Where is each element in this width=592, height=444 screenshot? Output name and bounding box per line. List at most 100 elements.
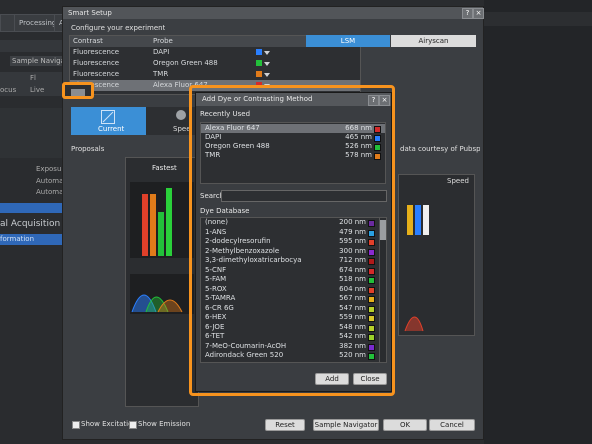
current-icon <box>101 110 115 124</box>
color-swatch[interactable] <box>256 49 262 55</box>
list-item[interactable]: 7-MeO-Coumarin-AcOH 382 nm <box>201 342 379 351</box>
bg-exposure: Exposure <box>36 165 62 173</box>
chevron-down-icon[interactable] <box>264 62 270 66</box>
color-swatch[interactable] <box>256 60 262 66</box>
list-item[interactable]: Adirondack Green 520 520 nm <box>201 351 379 360</box>
spectrum-plot <box>403 293 443 333</box>
color-swatch[interactable] <box>256 71 262 77</box>
recent-list: Alexa Fluor 647 668 nm DAPI 465 nm Oregon … <box>200 122 386 184</box>
reset-button[interactable]: Reset <box>265 419 305 431</box>
bg-panel: Fl ocus Live <box>0 72 62 96</box>
scrollbar[interactable] <box>379 217 387 363</box>
list-item[interactable]: TMR 578 nm <box>201 151 385 160</box>
bar <box>142 194 148 256</box>
table-row[interactable]: Fluorescence DAPI <box>70 47 360 58</box>
sample-navigator-button[interactable]: Sample Navigator <box>313 419 379 431</box>
speed-label: Spee <box>173 125 191 133</box>
configure-label: Configure your experiment <box>71 24 166 32</box>
list-item[interactable]: Oregon Green 488 526 nm <box>201 142 385 151</box>
table-row[interactable]: Fluorescence Oregon Green 488 <box>70 58 360 69</box>
bg-blank <box>0 108 62 158</box>
bar <box>415 205 421 235</box>
list-item[interactable]: (none) 200 nm <box>201 218 379 227</box>
close-button[interactable]: Close <box>353 373 387 385</box>
signal-chart <box>130 182 194 258</box>
bar <box>423 205 429 235</box>
proposal-speed[interactable]: Speed <box>398 174 475 336</box>
row-contrast: Fluorescence <box>73 70 120 78</box>
list-item[interactable]: 5-ROX 604 nm <box>201 285 379 294</box>
bg-right-area <box>484 0 592 444</box>
proposal-fastest[interactable]: Fastest <box>125 157 199 407</box>
courtesy-text: data courtesy of Pubspectra <box>400 145 480 153</box>
bg-automatic-2: Automatic <box>36 188 62 196</box>
list-item[interactable]: 2-dodecylresorufin 595 nm <box>201 237 379 246</box>
chevron-down-icon[interactable] <box>264 73 270 77</box>
row-probe: TMR <box>153 70 169 78</box>
ok-button[interactable]: OK <box>383 419 427 431</box>
list-item[interactable]: 5-CNF 674 nm <box>201 266 379 275</box>
bg-blue-bar <box>0 203 62 213</box>
list-item[interactable]: 2-Methylbenzoxazole 300 nm <box>201 247 379 256</box>
list-item[interactable]: 6-CR 6G 547 nm <box>201 304 379 313</box>
bg-toolbar <box>0 40 62 52</box>
scrollbar-thumb[interactable] <box>380 220 386 240</box>
row-contrast: Fluorescence <box>73 48 120 56</box>
bg-information-bar[interactable]: formation <box>0 234 62 245</box>
add-button[interactable]: Add <box>315 373 349 385</box>
list-item[interactable]: 6-HEX 559 nm <box>201 313 379 322</box>
dye-database-list: (none) 200 nm 1-ANS 479 nm 2-dodecylresoru… <box>200 217 380 363</box>
add-dye-button[interactable] <box>62 82 94 99</box>
list-item[interactable]: 1-ANS 479 nm <box>201 228 379 237</box>
fastest-label: Fastest <box>152 164 177 172</box>
list-item[interactable]: DAPI 465 nm <box>201 133 385 142</box>
bg-right-bar <box>484 12 592 26</box>
row-contrast: Fluorescence <box>73 59 120 67</box>
bg-automatic-1: Automatic <box>36 177 62 185</box>
help-icon[interactable]: ? <box>462 8 473 19</box>
list-item[interactable]: 5-FAM 518 nm <box>201 275 379 284</box>
col-contrast: Contrast <box>73 37 103 45</box>
bg-sample-navigator[interactable]: Sample Navigator <box>10 56 62 66</box>
plus-icon <box>71 89 85 96</box>
window-title: Smart Setup <box>68 9 112 17</box>
bg-label-live: Live <box>30 86 45 94</box>
tab-airyscan[interactable]: Airyscan <box>391 35 476 47</box>
spectrum-plot <box>130 274 194 314</box>
bar <box>166 188 172 256</box>
add-dye-dialog: Add Dye or Contrasting Method ? × Recent… <box>195 92 392 392</box>
bar <box>150 194 156 256</box>
cancel-button[interactable]: Cancel <box>429 419 475 431</box>
close-icon[interactable]: × <box>473 8 484 19</box>
close-icon[interactable]: × <box>379 95 390 106</box>
bg-label-ocus: ocus <box>0 86 17 94</box>
bar <box>158 212 164 256</box>
proposals-label: Proposals <box>71 145 105 153</box>
recently-used-label: Recently Used <box>200 110 251 118</box>
help-icon[interactable]: ? <box>368 95 379 106</box>
list-item[interactable]: 6-TET 542 nm <box>201 332 379 341</box>
dialog-titlebar: Add Dye or Contrasting Method <box>196 93 391 106</box>
bar <box>407 205 413 235</box>
dialog-title: Add Dye or Contrasting Method <box>202 95 313 103</box>
current-label: Current <box>98 125 125 133</box>
bg-label-fl: Fl <box>30 74 36 82</box>
list-item[interactable]: Alexa Fluor 647 668 nm <box>201 124 385 133</box>
tab-lsm[interactable]: LSM <box>306 35 390 47</box>
list-item[interactable]: 3,3-dimethyloxatricarbocya 712 nm <box>201 256 379 265</box>
speed-right-label: Speed <box>447 177 469 185</box>
smart-setup-titlebar: Smart Setup <box>63 7 483 19</box>
col-probe: Probe <box>153 37 173 45</box>
speed-icon <box>176 110 186 120</box>
bg-acquisition-heading: al Acquisition <box>0 219 61 229</box>
row-probe: DAPI <box>153 48 170 56</box>
dye-database-label: Dye Database <box>200 207 250 215</box>
search-input[interactable] <box>221 190 387 202</box>
list-item[interactable]: 6-JOE 548 nm <box>201 323 379 332</box>
show-emission-checkbox[interactable] <box>129 421 137 429</box>
table-row[interactable]: Fluorescence TMR <box>70 69 360 80</box>
show-excitation-checkbox[interactable] <box>72 421 80 429</box>
chevron-down-icon[interactable] <box>264 51 270 55</box>
tab-current[interactable]: Current <box>71 107 146 135</box>
list-item[interactable]: 5-TAMRA 567 nm <box>201 294 379 303</box>
